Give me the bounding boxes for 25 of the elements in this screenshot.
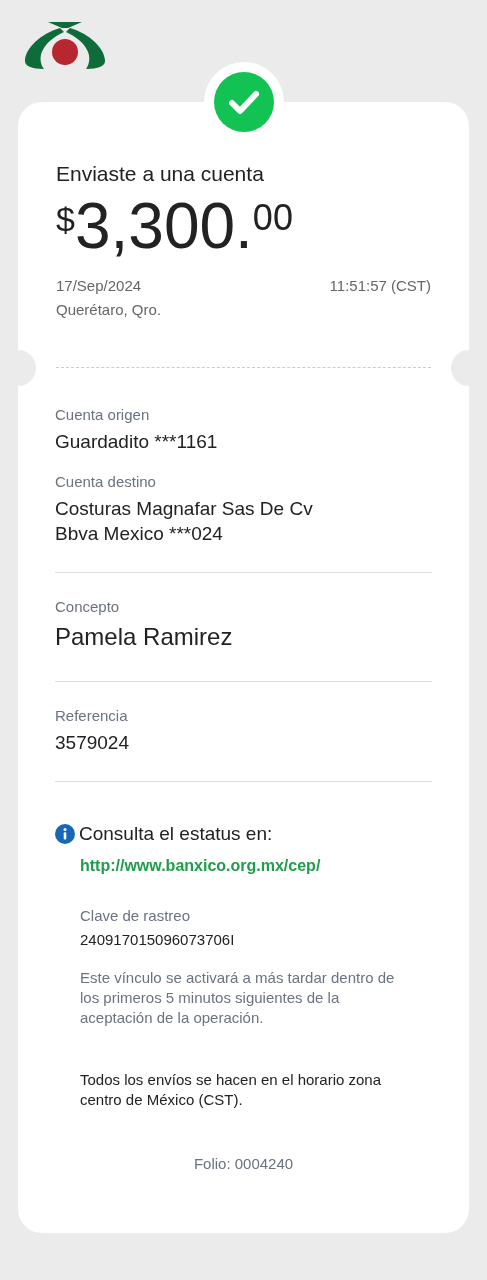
folio-number: Folio: 0004240: [192, 1154, 295, 1174]
field-label: Concepto: [55, 597, 121, 617]
checkmark-icon: [213, 72, 274, 132]
date-text: 17/Sep/2024: [56, 276, 142, 296]
status-heading: Consulta el estatus en:: [79, 822, 273, 846]
field-value: 3579024: [55, 731, 130, 755]
location-text: Querétaro, Qro.: [56, 301, 162, 318]
field-label: Cuenta destino: [55, 472, 157, 492]
field-label: Referencia: [55, 706, 129, 726]
timezone-note: Todos los envíos se hacen en el horario zona centro de México (CST).: [79, 1070, 383, 1110]
status-link[interactable]: http://www.banxico.org.mx/cep/: [80, 857, 321, 874]
receipt-title: Enviaste a una cuenta: [56, 161, 265, 187]
amount-value: 3,300: [74, 194, 236, 258]
time-text: 11:51:57 (CST): [329, 276, 431, 296]
amount-cents: 00: [252, 200, 293, 236]
decimal-separator: .: [235, 194, 253, 258]
field-value: Guardadito ***1161: [55, 430, 219, 454]
activation-note: Este vínculo se activará a más tardar dentro de los primeros 5 minutos siguientes de la aceptación de la operación.: [80, 968, 396, 1028]
tracking-value: 240917015096073706I: [80, 930, 236, 950]
field-value: Costuras Magnafar Sas De Cv Bbva Mexico ***024: [55, 497, 314, 546]
field-value: Pamela Ramirez: [55, 622, 234, 652]
currency-symbol: $: [56, 202, 75, 236]
tracking-label: Clave de rastreo: [80, 906, 192, 926]
field-label: Cuenta origen: [55, 405, 151, 425]
info-icon: [55, 824, 75, 844]
